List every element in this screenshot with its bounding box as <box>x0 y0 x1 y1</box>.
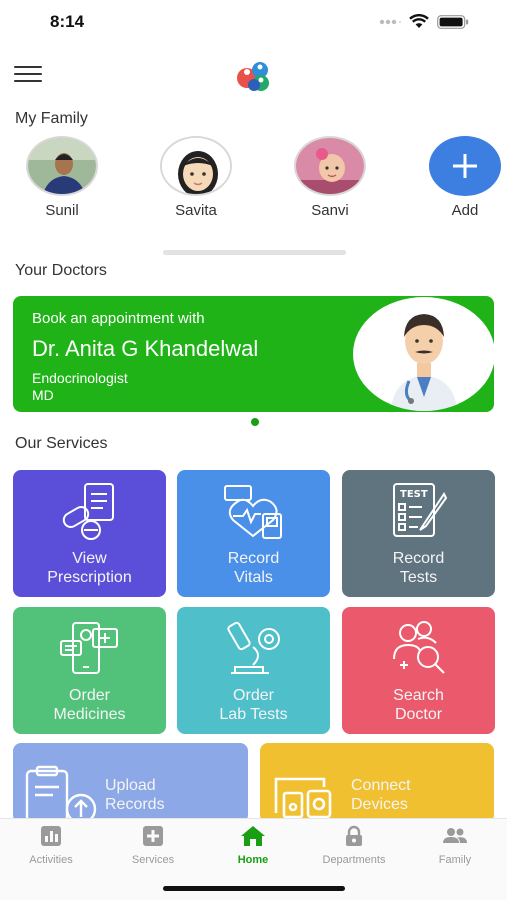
order-medicines-tile[interactable]: Order Medicines <box>13 607 166 734</box>
tab-label: Home <box>237 854 269 866</box>
plus-box-icon <box>143 826 163 846</box>
tile-label-line2: Records <box>105 796 165 813</box>
book-appointment-text: Book an appointment with <box>32 310 205 327</box>
carousel-page-indicator <box>251 418 259 426</box>
services-section-title: Our Services <box>15 435 108 452</box>
upload-records-icon <box>25 765 97 823</box>
people-icon <box>443 828 467 843</box>
tile-label-line2: Prescription <box>47 569 132 586</box>
tile-label-line1: Record <box>392 550 445 567</box>
tile-label-line2: Lab Tests <box>219 706 288 723</box>
menu-button[interactable] <box>14 66 42 88</box>
tile-label-line2: Tests <box>399 569 438 586</box>
doctor-avatar <box>353 297 494 411</box>
family-scroll-indicator <box>163 250 346 255</box>
home-icon <box>241 826 265 846</box>
add-icon <box>429 136 501 196</box>
tile-label-line1: Order <box>233 687 274 704</box>
avatar <box>294 136 366 196</box>
tile-label-line1: Search <box>393 687 444 704</box>
app-logo <box>237 62 269 91</box>
signal-icon <box>379 19 401 24</box>
upload-records-tile[interactable]: Upload Records <box>13 743 248 823</box>
family-list: Sunil Savita Sanvi Add <box>0 136 507 226</box>
pills-prescription-icon <box>62 483 114 540</box>
tile-label-line1: Connect <box>351 777 411 794</box>
phone-medicine-icon <box>60 622 118 674</box>
tile-label-line1: Order <box>69 687 110 704</box>
family-member-name: Sanvi <box>311 202 349 219</box>
avatar <box>26 136 98 196</box>
order-lab-tests-tile[interactable]: Order Lab Tests <box>177 607 330 734</box>
tile-label-line1: View <box>72 550 107 567</box>
add-member-label: Add <box>451 202 479 219</box>
doctor-search-icon <box>393 621 445 674</box>
tab-activities[interactable]: Activities <box>1 825 101 866</box>
doctor-appointment-card[interactable]: Book an appointment with Dr. Anita G Kha… <box>13 296 494 412</box>
family-member-sunil[interactable]: Sunil <box>17 136 107 219</box>
family-member-sanvi[interactable]: Sanvi <box>285 136 375 219</box>
doctor-degree: MD <box>32 387 54 403</box>
family-member-name: Savita <box>175 202 217 219</box>
doctor-specialty: Endocrinologist <box>32 370 128 386</box>
app-header <box>0 52 507 98</box>
svg-text:TEST: TEST <box>400 489 428 500</box>
view-prescription-tile[interactable]: View Prescription <box>13 470 166 597</box>
heart-vitals-icon <box>224 485 282 539</box>
tab-family[interactable]: Family <box>405 825 505 866</box>
record-tests-tile[interactable]: TEST Record Tests <box>342 470 495 597</box>
connect-devices-tile[interactable]: Connect Devices <box>260 743 494 823</box>
add-family-member-button[interactable]: Add <box>420 136 507 219</box>
wifi-icon <box>409 14 429 28</box>
tile-label-line2: Medicines <box>53 706 126 723</box>
microscope-icon <box>227 621 280 674</box>
tab-label: Departments <box>322 854 386 866</box>
tab-label: Services <box>131 854 175 866</box>
status-bar: 8:14 <box>0 0 507 46</box>
tab-label: Activities <box>29 854 73 866</box>
chart-icon <box>41 826 61 846</box>
status-icons <box>379 14 469 29</box>
tab-label: Family <box>438 854 472 866</box>
search-doctor-tile[interactable]: Search Doctor <box>342 607 495 734</box>
family-member-name: Sunil <box>45 202 79 219</box>
lock-icon <box>346 825 362 846</box>
tile-label-line2: Doctor <box>394 706 443 723</box>
test-clipboard-icon: TEST <box>393 483 448 537</box>
devices-icon <box>274 777 332 819</box>
tab-departments[interactable]: Departments <box>304 825 404 866</box>
doctor-name: Dr. Anita G Khandelwal <box>32 336 259 361</box>
status-time: 8:14 <box>50 12 85 31</box>
home-indicator <box>163 886 345 891</box>
tab-home[interactable]: Home <box>203 825 303 866</box>
family-section-title: My Family <box>15 110 88 127</box>
battery-icon <box>437 14 469 29</box>
tile-label-line1: Upload <box>105 777 156 794</box>
avatar <box>160 136 232 196</box>
tile-label-line2: Devices <box>351 796 408 813</box>
family-member-savita[interactable]: Savita <box>151 136 241 219</box>
doctors-section-title: Your Doctors <box>15 262 107 279</box>
record-vitals-tile[interactable]: Record Vitals <box>177 470 330 597</box>
tab-services[interactable]: Services <box>103 825 203 866</box>
tile-label-line2: Vitals <box>234 569 273 586</box>
tile-label-line1: Record <box>227 550 280 567</box>
